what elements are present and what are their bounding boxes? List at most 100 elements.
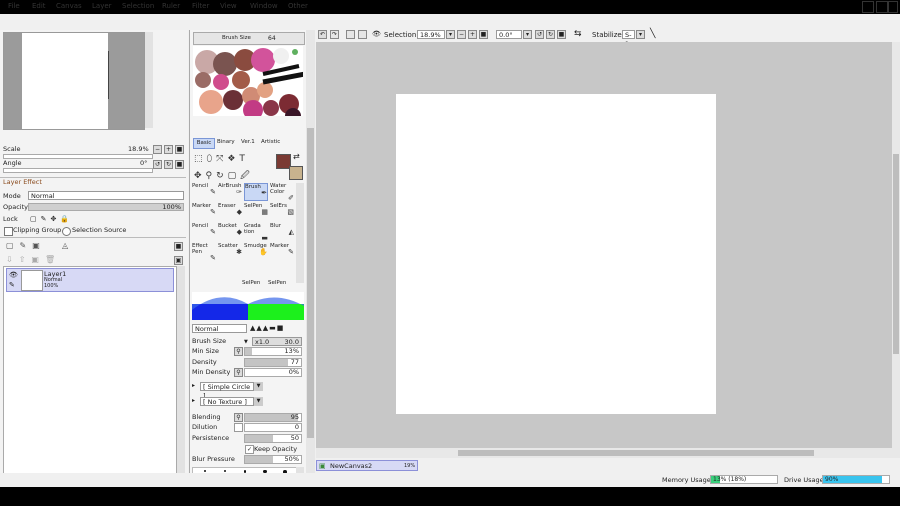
tool-brush[interactable]: Brush ✒ bbox=[244, 183, 268, 201]
rotation-field[interactable]: 0.0° bbox=[496, 30, 522, 39]
menu-edit[interactable]: Edit bbox=[32, 2, 46, 10]
brush-size-field[interactable]: x1.0 30.0 bbox=[252, 337, 302, 346]
flip-icon[interactable]: ⇆ bbox=[574, 29, 582, 39]
min-density-slider[interactable]: 0% bbox=[244, 368, 302, 377]
close-icon[interactable] bbox=[888, 1, 898, 13]
menu-file[interactable]: File bbox=[8, 2, 20, 10]
tool-marker[interactable]: Marker ✎ bbox=[192, 203, 216, 221]
keep-opacity-checkbox[interactable]: ✓ bbox=[245, 445, 254, 454]
maximize-icon[interactable] bbox=[876, 1, 888, 13]
toolbar-zoom-out-button[interactable]: − bbox=[457, 30, 466, 39]
selection-eye-icon[interactable]: 👁 bbox=[372, 30, 381, 39]
menu-selection[interactable]: Selection bbox=[122, 2, 154, 10]
brush-shape-select[interactable]: [ Simple Circle ] bbox=[200, 382, 254, 400]
min-size-slider[interactable]: 13% bbox=[244, 347, 302, 356]
tool-selers[interactable]: SelErs ▧ bbox=[270, 203, 294, 221]
zoom-in-button[interactable]: + bbox=[164, 145, 173, 154]
rotate-right-button[interactable]: ↻ bbox=[164, 160, 173, 169]
zoom-field[interactable]: 18.9% bbox=[417, 30, 445, 39]
zoom-dropdown-button[interactable]: ▾ bbox=[446, 30, 455, 39]
tool-bucket[interactable]: Bucket ◆ bbox=[218, 223, 242, 241]
blur-pressure-slider[interactable]: 50% bbox=[244, 455, 302, 464]
tool-scatter[interactable]: Scatter ✱ bbox=[218, 243, 242, 261]
selection-tools-row[interactable]: ⬚⬯⤧❖T bbox=[194, 154, 249, 164]
layer-op-icons[interactable]: ⇩⇧▣🗑 bbox=[6, 255, 61, 264]
brush-blend-select[interactable]: Normal bbox=[192, 324, 247, 333]
layer-row[interactable]: 👁 ✎ Layer1 Normal 100% bbox=[6, 268, 174, 292]
rotate-reset-button[interactable]: ■ bbox=[175, 160, 184, 169]
tab-ver1[interactable]: Ver.1 bbox=[241, 139, 255, 145]
dilution-checkbox[interactable] bbox=[234, 423, 243, 432]
texture-expand-icon[interactable]: ▸ bbox=[192, 397, 195, 404]
toolbar-rotate-reset-button[interactable]: ■ bbox=[557, 30, 566, 39]
clipping-group-checkbox[interactable] bbox=[4, 227, 13, 236]
tool-airbrush[interactable]: AirBrush ✑ bbox=[218, 183, 242, 201]
eye-icon[interactable]: 👁 bbox=[9, 271, 18, 279]
tool-water-color[interactable]: Water Color ✐ bbox=[270, 183, 294, 202]
layer-list-scrollbar[interactable] bbox=[177, 266, 185, 486]
secondary-color-swatch[interactable] bbox=[289, 166, 303, 180]
deselect-button[interactable] bbox=[346, 30, 355, 39]
toolbar-rotate-right-button[interactable]: ↻ bbox=[546, 30, 555, 39]
brush-size-dropdown-icon[interactable]: ▼ bbox=[244, 339, 248, 345]
opacity-slider[interactable]: 100% bbox=[28, 203, 184, 211]
menu-ruler[interactable]: Ruler bbox=[162, 2, 180, 10]
lock-icons[interactable]: ▢✎✥🔒 bbox=[30, 215, 73, 223]
menu-view[interactable]: View bbox=[220, 2, 237, 10]
brush-texture-select[interactable]: [ No Texture ] bbox=[200, 397, 254, 406]
tool-effect-pen[interactable]: Effect Pen ✎ bbox=[192, 243, 216, 262]
extra-tool-1[interactable]: SelPen bbox=[242, 280, 260, 286]
pen-icon[interactable]: ✎ bbox=[9, 281, 17, 289]
layer-new-icons[interactable]: ▢✎▣ bbox=[6, 241, 46, 250]
scale-slider[interactable] bbox=[3, 154, 153, 159]
invert-selection-button[interactable] bbox=[358, 30, 367, 39]
menu-canvas[interactable]: Canvas bbox=[56, 2, 82, 10]
tool-smudge[interactable]: Smudge ✋ bbox=[244, 243, 268, 261]
layer-effect-label[interactable]: Layer Effect bbox=[3, 177, 42, 187]
tool-blur[interactable]: Blur ◭ bbox=[270, 223, 294, 241]
canvas-vertical-scrollbar[interactable] bbox=[892, 42, 900, 458]
canvas-viewport[interactable] bbox=[316, 42, 892, 458]
extra-tool-2[interactable]: SelPen bbox=[268, 280, 286, 286]
angle-slider[interactable] bbox=[3, 168, 153, 173]
redo-button[interactable]: ↷ bbox=[330, 30, 339, 39]
tab-artistic[interactable]: Artistic bbox=[261, 139, 280, 145]
toolbar-zoom-in-button[interactable]: + bbox=[468, 30, 477, 39]
brush-panel-scrollbar[interactable] bbox=[306, 30, 315, 487]
menu-filter[interactable]: Filter bbox=[192, 2, 209, 10]
stabilizer-dropdown-button[interactable]: ▾ bbox=[636, 30, 645, 39]
canvas-horizontal-scrollbar[interactable] bbox=[316, 448, 892, 458]
view-tools-row[interactable]: ✥⚲↻▢🖉 bbox=[194, 168, 254, 184]
dilution-slider[interactable]: 0 bbox=[244, 423, 302, 432]
persistence-slider[interactable]: 50 bbox=[244, 434, 302, 443]
tool-pencil[interactable]: Pencil ✎ bbox=[192, 223, 216, 241]
color-swatch-palette[interactable] bbox=[193, 46, 303, 116]
shape-expand-icon[interactable]: ▸ bbox=[192, 382, 195, 389]
tool-grada-tion[interactable]: Grada tion ▬ bbox=[244, 223, 268, 242]
canvas-tab-newcanvas2[interactable]: ▣ NewCanvas2 19% bbox=[316, 460, 418, 471]
minimize-icon[interactable] bbox=[862, 1, 874, 13]
swap-colors-icon[interactable]: ⇄ bbox=[293, 152, 300, 161]
density-slider[interactable]: 77 bbox=[244, 358, 302, 367]
min-size-pressure-icon[interactable]: ⚲ bbox=[234, 347, 243, 356]
brush-shape-presets[interactable]: ▲▲▲▬■ bbox=[250, 324, 284, 332]
undo-button[interactable]: ↶ bbox=[318, 30, 327, 39]
menu-other[interactable]: Other bbox=[288, 2, 308, 10]
tool-grid-scrollbar[interactable] bbox=[296, 183, 304, 283]
rotation-dropdown-button[interactable]: ▾ bbox=[523, 30, 532, 39]
tool-selpen[interactable]: SelPen ▦ bbox=[244, 203, 268, 221]
zoom-reset-button[interactable]: ■ bbox=[175, 145, 184, 154]
tab-basic[interactable]: Basic bbox=[193, 138, 215, 149]
tool-eraser[interactable]: Eraser ◆ bbox=[218, 203, 242, 221]
tool-pencil[interactable]: Pencil ✎ bbox=[192, 183, 216, 201]
blend-mode-select[interactable]: Normal bbox=[28, 191, 184, 200]
stabilizer-field[interactable]: S-1 bbox=[622, 30, 635, 48]
line-tool-icon[interactable]: ╲ bbox=[650, 29, 655, 39]
blending-slider[interactable]: 95 bbox=[244, 413, 302, 422]
toolbar-rotate-left-button[interactable]: ↺ bbox=[535, 30, 544, 39]
texture-dropdown-icon[interactable]: ▼ bbox=[254, 397, 263, 406]
menu-layer[interactable]: Layer bbox=[92, 2, 112, 10]
zoom-out-button[interactable]: − bbox=[153, 145, 162, 154]
shape-dropdown-icon[interactable]: ▼ bbox=[254, 382, 263, 391]
drawing-canvas[interactable] bbox=[396, 94, 716, 414]
